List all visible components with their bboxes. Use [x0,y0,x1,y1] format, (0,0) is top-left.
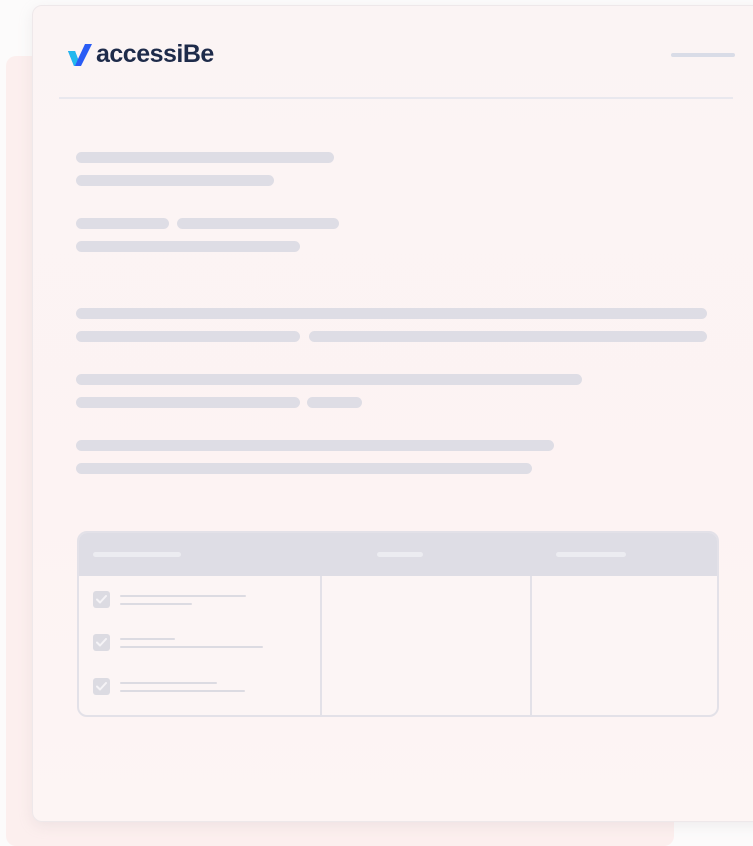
row-placeholder [120,593,270,607]
menu-line-icon[interactable] [671,53,735,57]
placeholder-line [76,463,532,474]
table-header [79,533,717,576]
table-header-placeholder [93,552,181,557]
document-card: accessiBe [32,5,753,822]
row-placeholder-line [120,645,263,648]
row-placeholder-line [120,681,217,684]
placeholder-line [76,152,334,163]
placeholder-table [77,531,719,717]
table-header-placeholder [377,552,423,557]
header-divider [59,97,733,99]
row-placeholder-line [120,594,246,597]
row-placeholder [120,636,270,650]
table-header-placeholder [556,552,626,557]
row-placeholder [120,680,270,694]
table-row [93,591,270,608]
check-icon[interactable] [93,678,110,695]
placeholder-line [76,397,300,408]
placeholder-line [76,440,554,451]
placeholder-line [309,331,707,342]
placeholder-line [76,374,582,385]
row-placeholder-line [120,637,175,640]
brand-name: accessiBe [96,40,214,68]
column-divider [530,576,532,715]
placeholder-line [76,241,300,252]
placeholder-line [76,331,300,342]
table-row [93,678,270,695]
placeholder-line [76,175,274,186]
placeholder-line [177,218,339,229]
check-icon[interactable] [93,634,110,651]
placeholder-line [76,218,169,229]
table-row [93,634,270,651]
column-divider [320,576,322,715]
brand-logo[interactable]: accessiBe [67,42,214,67]
check-mark-logo-icon [67,43,92,67]
row-placeholder-line [120,602,192,605]
check-icon[interactable] [93,591,110,608]
placeholder-line [76,308,707,319]
placeholder-line [307,397,362,408]
row-placeholder-line [120,689,245,692]
